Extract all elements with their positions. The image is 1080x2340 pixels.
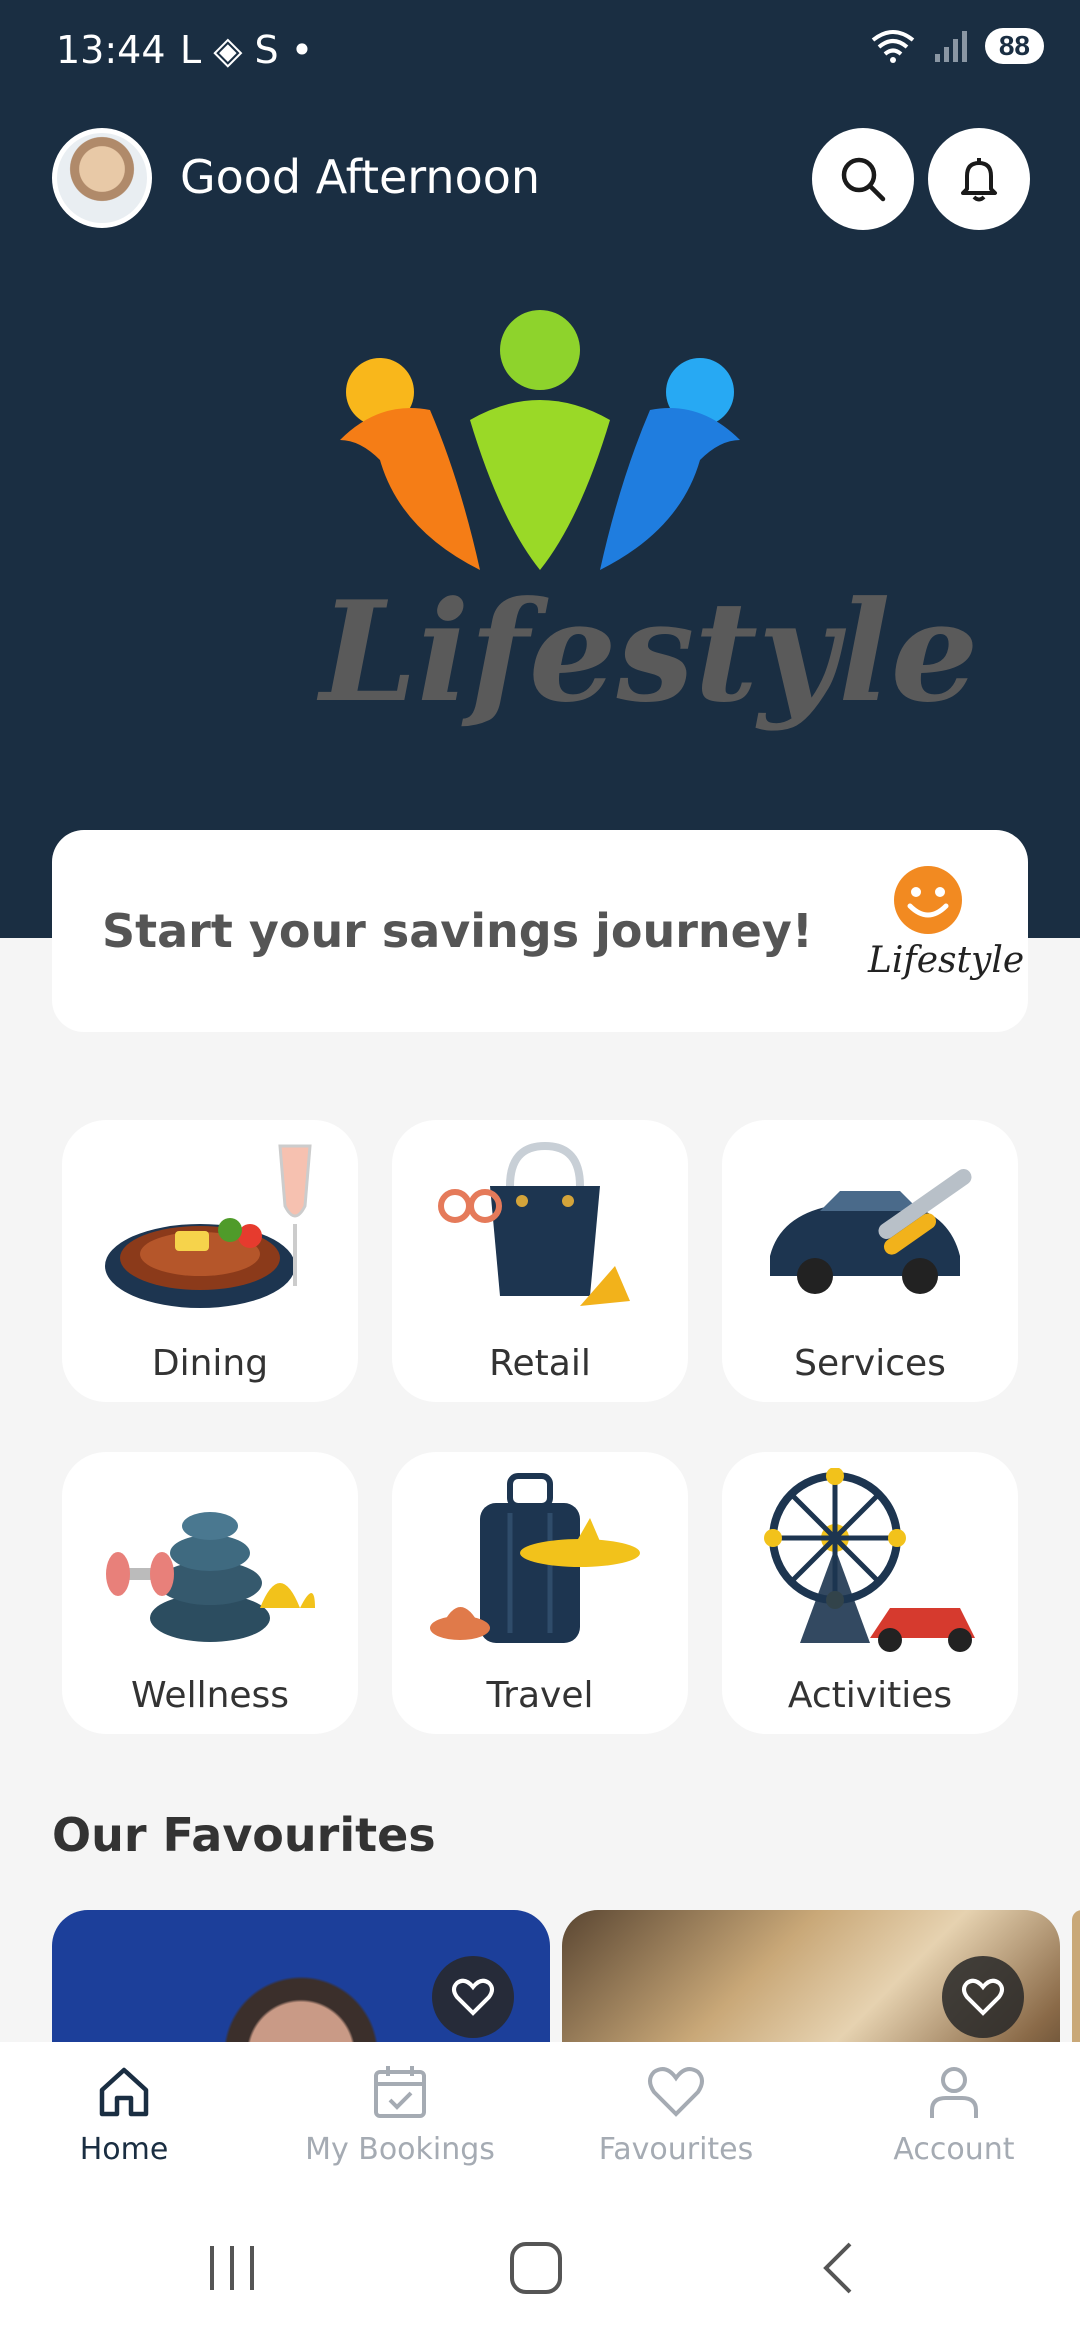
- lifestyle-logo: Lifestyle: [320, 300, 979, 750]
- greeting-text: Good Afternoon: [180, 150, 541, 204]
- user-icon: [930, 2067, 978, 2118]
- category-label: Retail: [489, 1343, 591, 1384]
- notifications-button[interactable]: [928, 128, 1030, 230]
- system-nav-bar: [0, 2192, 1080, 2340]
- mini-logo-wordmark: Lifestyle: [868, 940, 1025, 981]
- retail-icon: [438, 1141, 630, 1306]
- heart-icon: [648, 2067, 704, 2117]
- savings-card[interactable]: Start your savings journey! Lifestyle: [52, 830, 1028, 1032]
- category-label: Wellness: [130, 1675, 290, 1716]
- nav-account[interactable]: Account: [834, 2062, 1074, 2167]
- category-services[interactable]: Services: [722, 1120, 1018, 1402]
- travel-icon: [430, 1473, 640, 1643]
- heart-icon: [962, 1978, 1004, 2016]
- activities-icon: [764, 1468, 975, 1652]
- category-wellness[interactable]: Wellness: [62, 1452, 358, 1734]
- smiley-icon: [894, 866, 962, 934]
- status-right: 88: [869, 28, 1044, 64]
- nav-favourites[interactable]: Favourites: [556, 2062, 796, 2167]
- status-bar: 13:44 L ◈ S • 88: [0, 0, 1080, 104]
- search-icon: [841, 157, 886, 202]
- category-label: Travel: [486, 1675, 594, 1716]
- heart-icon: [452, 1978, 494, 2016]
- lifestyle-people-icon: [340, 310, 740, 570]
- wifi-icon: [871, 30, 915, 63]
- signal-icon: [934, 31, 967, 62]
- category-dining[interactable]: Dining: [62, 1120, 358, 1402]
- nav-label: Account: [893, 2132, 1015, 2167]
- favourite-toggle-button[interactable]: [942, 1956, 1024, 2038]
- recent-apps-button[interactable]: [204, 2240, 260, 2296]
- notification-icons: L ◈ S •: [180, 28, 314, 72]
- status-time: 13:44: [56, 28, 166, 72]
- calendar-check-icon: [374, 2066, 426, 2118]
- category-retail[interactable]: Retail: [392, 1120, 688, 1402]
- nav-label: Favourites: [598, 2132, 754, 2167]
- wellness-icon: [106, 1512, 315, 1642]
- services-icon: [770, 1169, 972, 1294]
- category-label: Dining: [151, 1343, 269, 1384]
- bell-icon: [961, 158, 997, 202]
- category-label: Services: [794, 1343, 946, 1384]
- home-icon: [99, 2067, 149, 2117]
- category-label: Activities: [787, 1675, 953, 1716]
- dining-icon: [105, 1144, 312, 1308]
- favourites-section-title: Our Favourites: [52, 1808, 436, 1862]
- app-root: 13:44 L ◈ S • 88 Good Afternoon Lifestyl…: [0, 0, 1080, 2340]
- nav-my-bookings[interactable]: My Bookings: [280, 2062, 520, 2167]
- nav-label: Home: [79, 2132, 169, 2167]
- savings-card-text: Start your savings journey!: [102, 904, 813, 958]
- search-button[interactable]: [812, 128, 914, 230]
- lifestyle-wordmark: Lifestyle: [320, 570, 979, 733]
- category-activities[interactable]: Activities: [722, 1452, 1018, 1734]
- battery-indicator: 88: [984, 28, 1044, 64]
- avatar[interactable]: [52, 128, 152, 228]
- favourite-toggle-button[interactable]: [432, 1956, 514, 2038]
- savings-mini-logo: Lifestyle: [868, 862, 1025, 1012]
- category-travel[interactable]: Travel: [392, 1452, 688, 1734]
- home-system-button[interactable]: [508, 2240, 564, 2296]
- bottom-nav: Home My Bookings Favourites Account: [0, 2042, 1080, 2192]
- nav-label: My Bookings: [305, 2132, 495, 2167]
- nav-home[interactable]: Home: [4, 2062, 244, 2167]
- back-button[interactable]: [812, 2240, 868, 2296]
